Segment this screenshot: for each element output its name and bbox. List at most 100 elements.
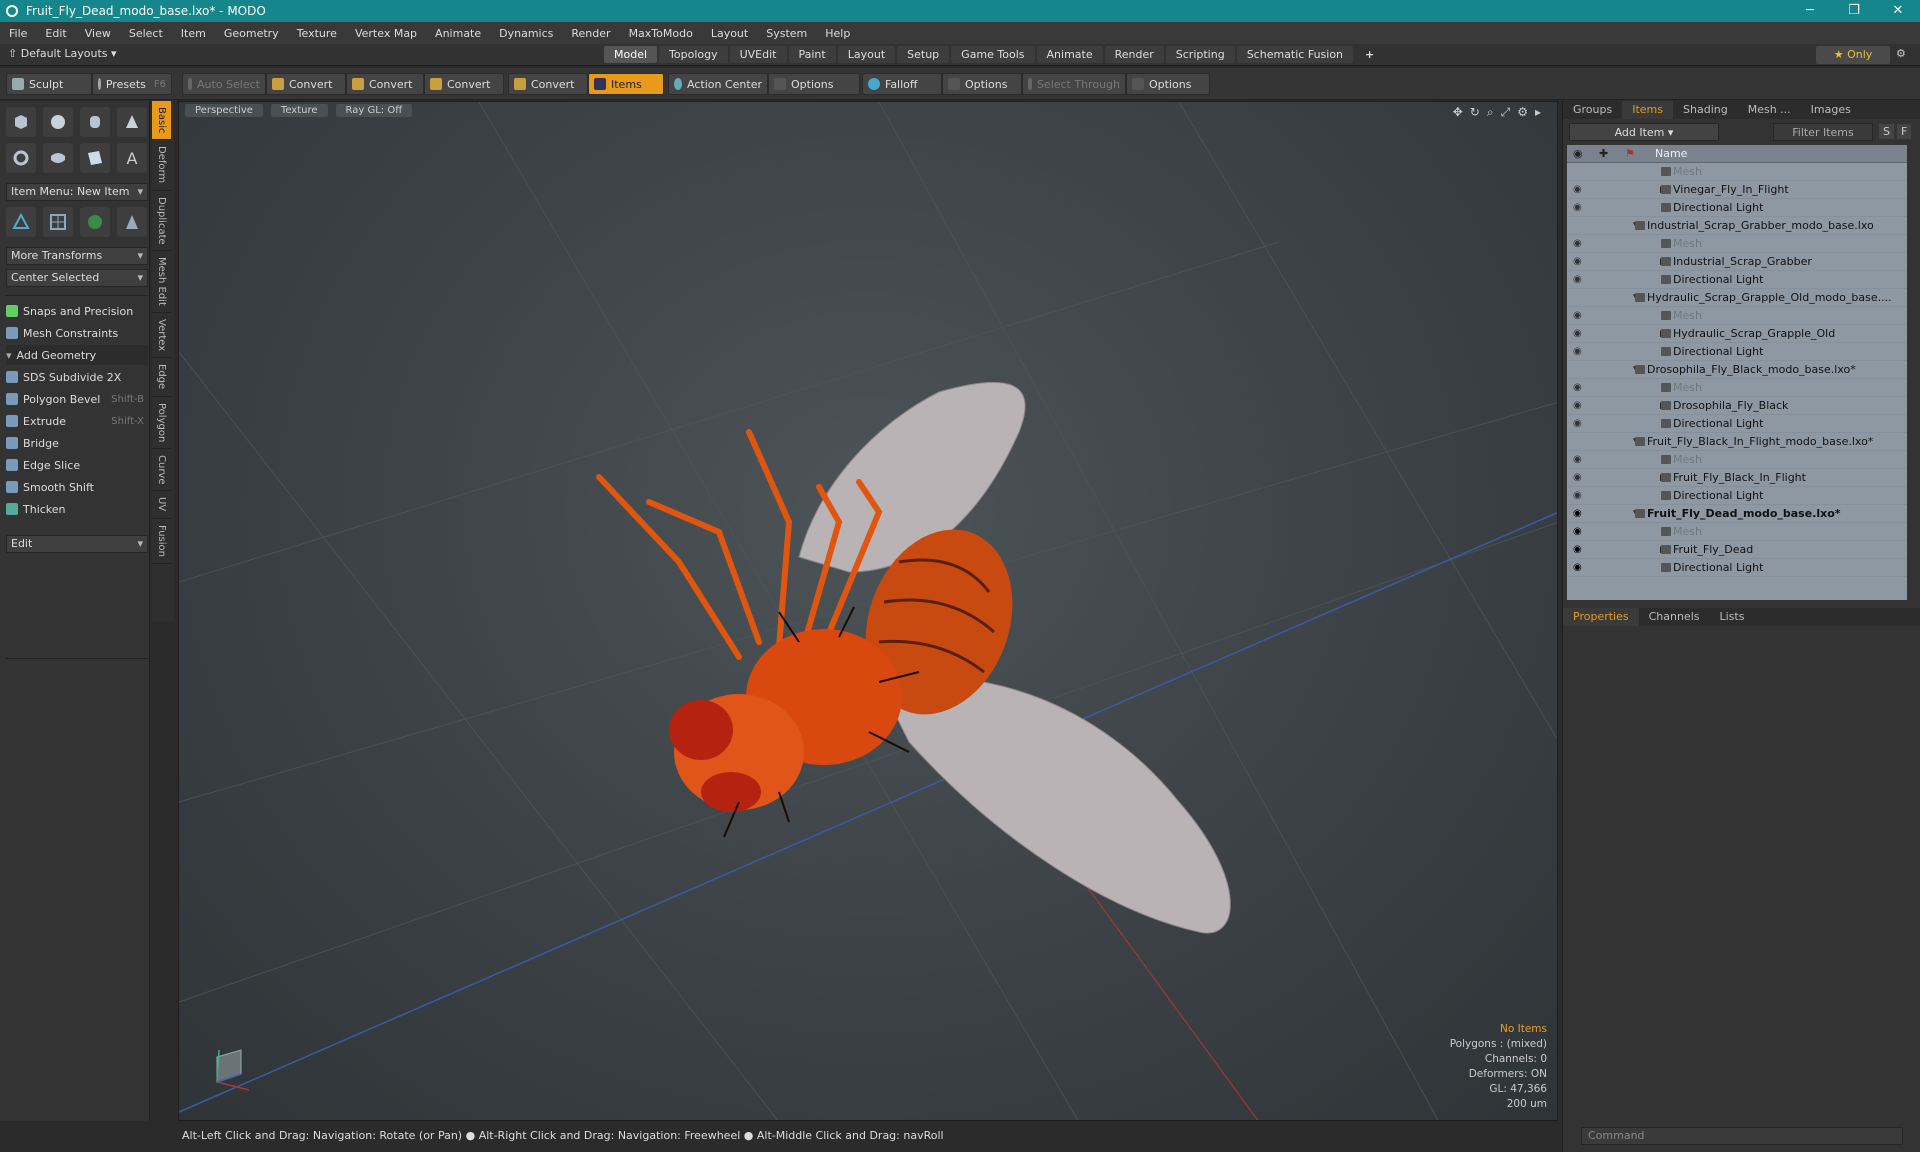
tree-row[interactable]: ◉▶Fruit_Fly_Dead <box>1567 541 1907 559</box>
convert-button-2[interactable]: Convert <box>346 73 424 95</box>
tree-row[interactable]: ◉▶Hydraulic_Scrap_Grapple_Old <box>1567 325 1907 343</box>
tab-topology[interactable]: Topology <box>659 46 728 63</box>
convert-button-4[interactable]: Convert <box>508 73 588 95</box>
presets-button[interactable]: Presets F6 <box>92 73 172 95</box>
visibility-eye-icon[interactable]: ◉ <box>1573 559 1589 577</box>
tab-images[interactable]: Images <box>1801 101 1861 119</box>
tab-render[interactable]: Render <box>1104 46 1164 63</box>
sculpt-button[interactable]: Sculpt <box>6 73 92 95</box>
smooth-shift-button[interactable]: Smooth Shift <box>6 477 148 497</box>
add-tab-button[interactable]: + <box>1355 46 1384 63</box>
plane-primitive-icon[interactable] <box>80 143 110 173</box>
maximize-button[interactable]: ❐ <box>1832 0 1876 22</box>
tab-lists[interactable]: Lists <box>1710 608 1755 626</box>
tree-row[interactable]: ◉ Mesh <box>1567 235 1907 253</box>
filter-f-button[interactable]: F <box>1897 124 1912 139</box>
tree-row[interactable]: ◉ Directional Light <box>1567 271 1907 289</box>
visibility-eye-icon[interactable]: ◉ <box>1573 523 1589 541</box>
options-button-3[interactable]: Options <box>1126 73 1210 95</box>
tree-row[interactable]: ◉ Mesh <box>1567 523 1907 541</box>
filter-items-input[interactable]: Filter Items <box>1773 123 1873 141</box>
visibility-eye-icon[interactable]: ◉ <box>1573 541 1589 559</box>
tree-row[interactable]: ◉▶Vinegar_Fly_In_Flight <box>1567 181 1907 199</box>
tab-groups[interactable]: Groups <box>1563 101 1622 119</box>
visibility-eye-icon[interactable]: ◉ <box>1573 469 1589 487</box>
vtab-fusion[interactable]: Fusion <box>152 519 171 564</box>
cylinder-primitive-icon[interactable] <box>80 107 110 137</box>
menu-edit[interactable]: Edit <box>36 27 75 40</box>
visibility-eye-icon[interactable]: ◉ <box>1573 397 1589 415</box>
tab-animate[interactable]: Animate <box>1036 46 1103 63</box>
only-button[interactable]: ★ Only <box>1816 46 1890 64</box>
bridge-button[interactable]: Bridge <box>6 433 148 453</box>
visibility-eye-icon[interactable]: ◉ <box>1573 343 1589 361</box>
tree-row[interactable]: ▼Fruit_Fly_Black_In_Flight_modo_base.lxo… <box>1567 433 1907 451</box>
visibility-eye-icon[interactable]: ◉ <box>1573 181 1589 199</box>
action-center-button[interactable]: Action Center <box>668 73 768 95</box>
menu-select[interactable]: Select <box>120 27 172 40</box>
edit-dropdown[interactable]: Edit <box>6 535 148 553</box>
close-button[interactable]: ✕ <box>1876 0 1920 22</box>
text-primitive-icon[interactable]: A <box>117 143 147 173</box>
tab-schematic-fusion[interactable]: Schematic Fusion <box>1236 46 1354 63</box>
perspective-dropdown[interactable]: Perspective <box>185 104 263 117</box>
vtab-polygon[interactable]: Polygon <box>152 397 171 449</box>
tree-row[interactable]: ◉ Directional Light <box>1567 487 1907 505</box>
visibility-eye-icon[interactable]: ◉ <box>1573 271 1589 289</box>
add-geometry-header[interactable]: ▾ Add Geometry <box>6 345 148 365</box>
tree-row[interactable]: ◉ Directional Light <box>1567 199 1907 217</box>
convert-button-3[interactable]: Convert <box>424 73 504 95</box>
options-button-1[interactable]: Options <box>768 73 860 95</box>
tree-row[interactable]: ▼Industrial_Scrap_Grabber_modo_base.lxo <box>1567 217 1907 235</box>
menu-layout[interactable]: Layout <box>702 27 757 40</box>
tab-layout[interactable]: Layout <box>837 46 896 63</box>
fit-icon[interactable]: ⤢ <box>1501 105 1511 120</box>
menu-animate[interactable]: Animate <box>426 27 490 40</box>
raygl-dropdown[interactable]: Ray GL: Off <box>335 104 413 117</box>
tree-row[interactable]: ◉▶Industrial_Scrap_Grabber <box>1567 253 1907 271</box>
select-through-button[interactable]: Select Through <box>1022 73 1126 95</box>
tree-row[interactable]: Mesh <box>1567 163 1907 181</box>
visibility-eye-icon[interactable]: ◉ <box>1573 307 1589 325</box>
items-mode-button[interactable]: Items <box>588 73 664 95</box>
tree-row[interactable]: ◉ Directional Light <box>1567 343 1907 361</box>
sphere-primitive-icon[interactable] <box>43 107 73 137</box>
name-column-header[interactable]: Name <box>1655 147 1687 160</box>
vtab-mesh-edit[interactable]: Mesh Edit <box>152 251 171 314</box>
gear-icon[interactable]: ⚙ <box>1896 47 1906 60</box>
tree-row[interactable]: ◉ Directional Light <box>1567 559 1907 577</box>
vtab-deform[interactable]: Deform <box>152 140 171 191</box>
menu-dynamics[interactable]: Dynamics <box>490 27 562 40</box>
torus-primitive-icon[interactable] <box>6 143 36 173</box>
vtab-curve[interactable]: Curve <box>152 449 171 492</box>
visibility-eye-icon[interactable]: ◉ <box>1573 325 1589 343</box>
vtab-uv[interactable]: UV <box>152 491 171 519</box>
filter-s-button[interactable]: S <box>1879 124 1894 139</box>
rotate-icon[interactable]: ↻ <box>1470 105 1480 120</box>
vtab-basic[interactable]: Basic <box>152 101 171 141</box>
vtab-edge[interactable]: Edge <box>152 358 171 397</box>
menu-view[interactable]: View <box>76 27 120 40</box>
menu-vertex-map[interactable]: Vertex Map <box>346 27 426 40</box>
tree-row[interactable]: ◉▶Drosophila_Fly_Black <box>1567 397 1907 415</box>
vtab-vertex[interactable]: Vertex <box>152 313 171 359</box>
tab-mesh[interactable]: Mesh ... <box>1738 101 1801 119</box>
texture-dropdown[interactable]: Texture <box>270 104 328 117</box>
viewport-gear-icon[interactable]: ⚙ <box>1517 105 1528 120</box>
sds-subdivide-button[interactable]: SDS Subdivide 2X <box>6 367 148 387</box>
edge-slice-button[interactable]: Edge Slice <box>6 455 148 475</box>
options-button-2[interactable]: Options <box>942 73 1022 95</box>
convert-button-1[interactable]: Convert <box>266 73 346 95</box>
more-transforms-dropdown[interactable]: More Transforms <box>6 247 148 265</box>
vtab-duplicate[interactable]: Duplicate <box>152 191 171 252</box>
visibility-eye-icon[interactable]: ◉ <box>1573 505 1589 523</box>
command-input[interactable]: Command <box>1581 1127 1903 1145</box>
tree-row[interactable]: ▼Drosophila_Fly_Black_modo_base.lxo* <box>1567 361 1907 379</box>
cube-primitive-icon[interactable] <box>6 107 36 137</box>
tab-model[interactable]: Model <box>604 46 658 63</box>
visibility-eye-icon[interactable]: ◉ <box>1573 379 1589 397</box>
pyramid-icon[interactable] <box>117 207 147 237</box>
visibility-eye-icon[interactable]: ◉ <box>1573 235 1589 253</box>
polygon-bevel-button[interactable]: Polygon Bevel Shift-B <box>6 389 148 409</box>
3d-viewport[interactable]: Perspective Texture Ray GL: Off ✥ ↻ ⌕ ⤢ … <box>178 101 1558 1121</box>
